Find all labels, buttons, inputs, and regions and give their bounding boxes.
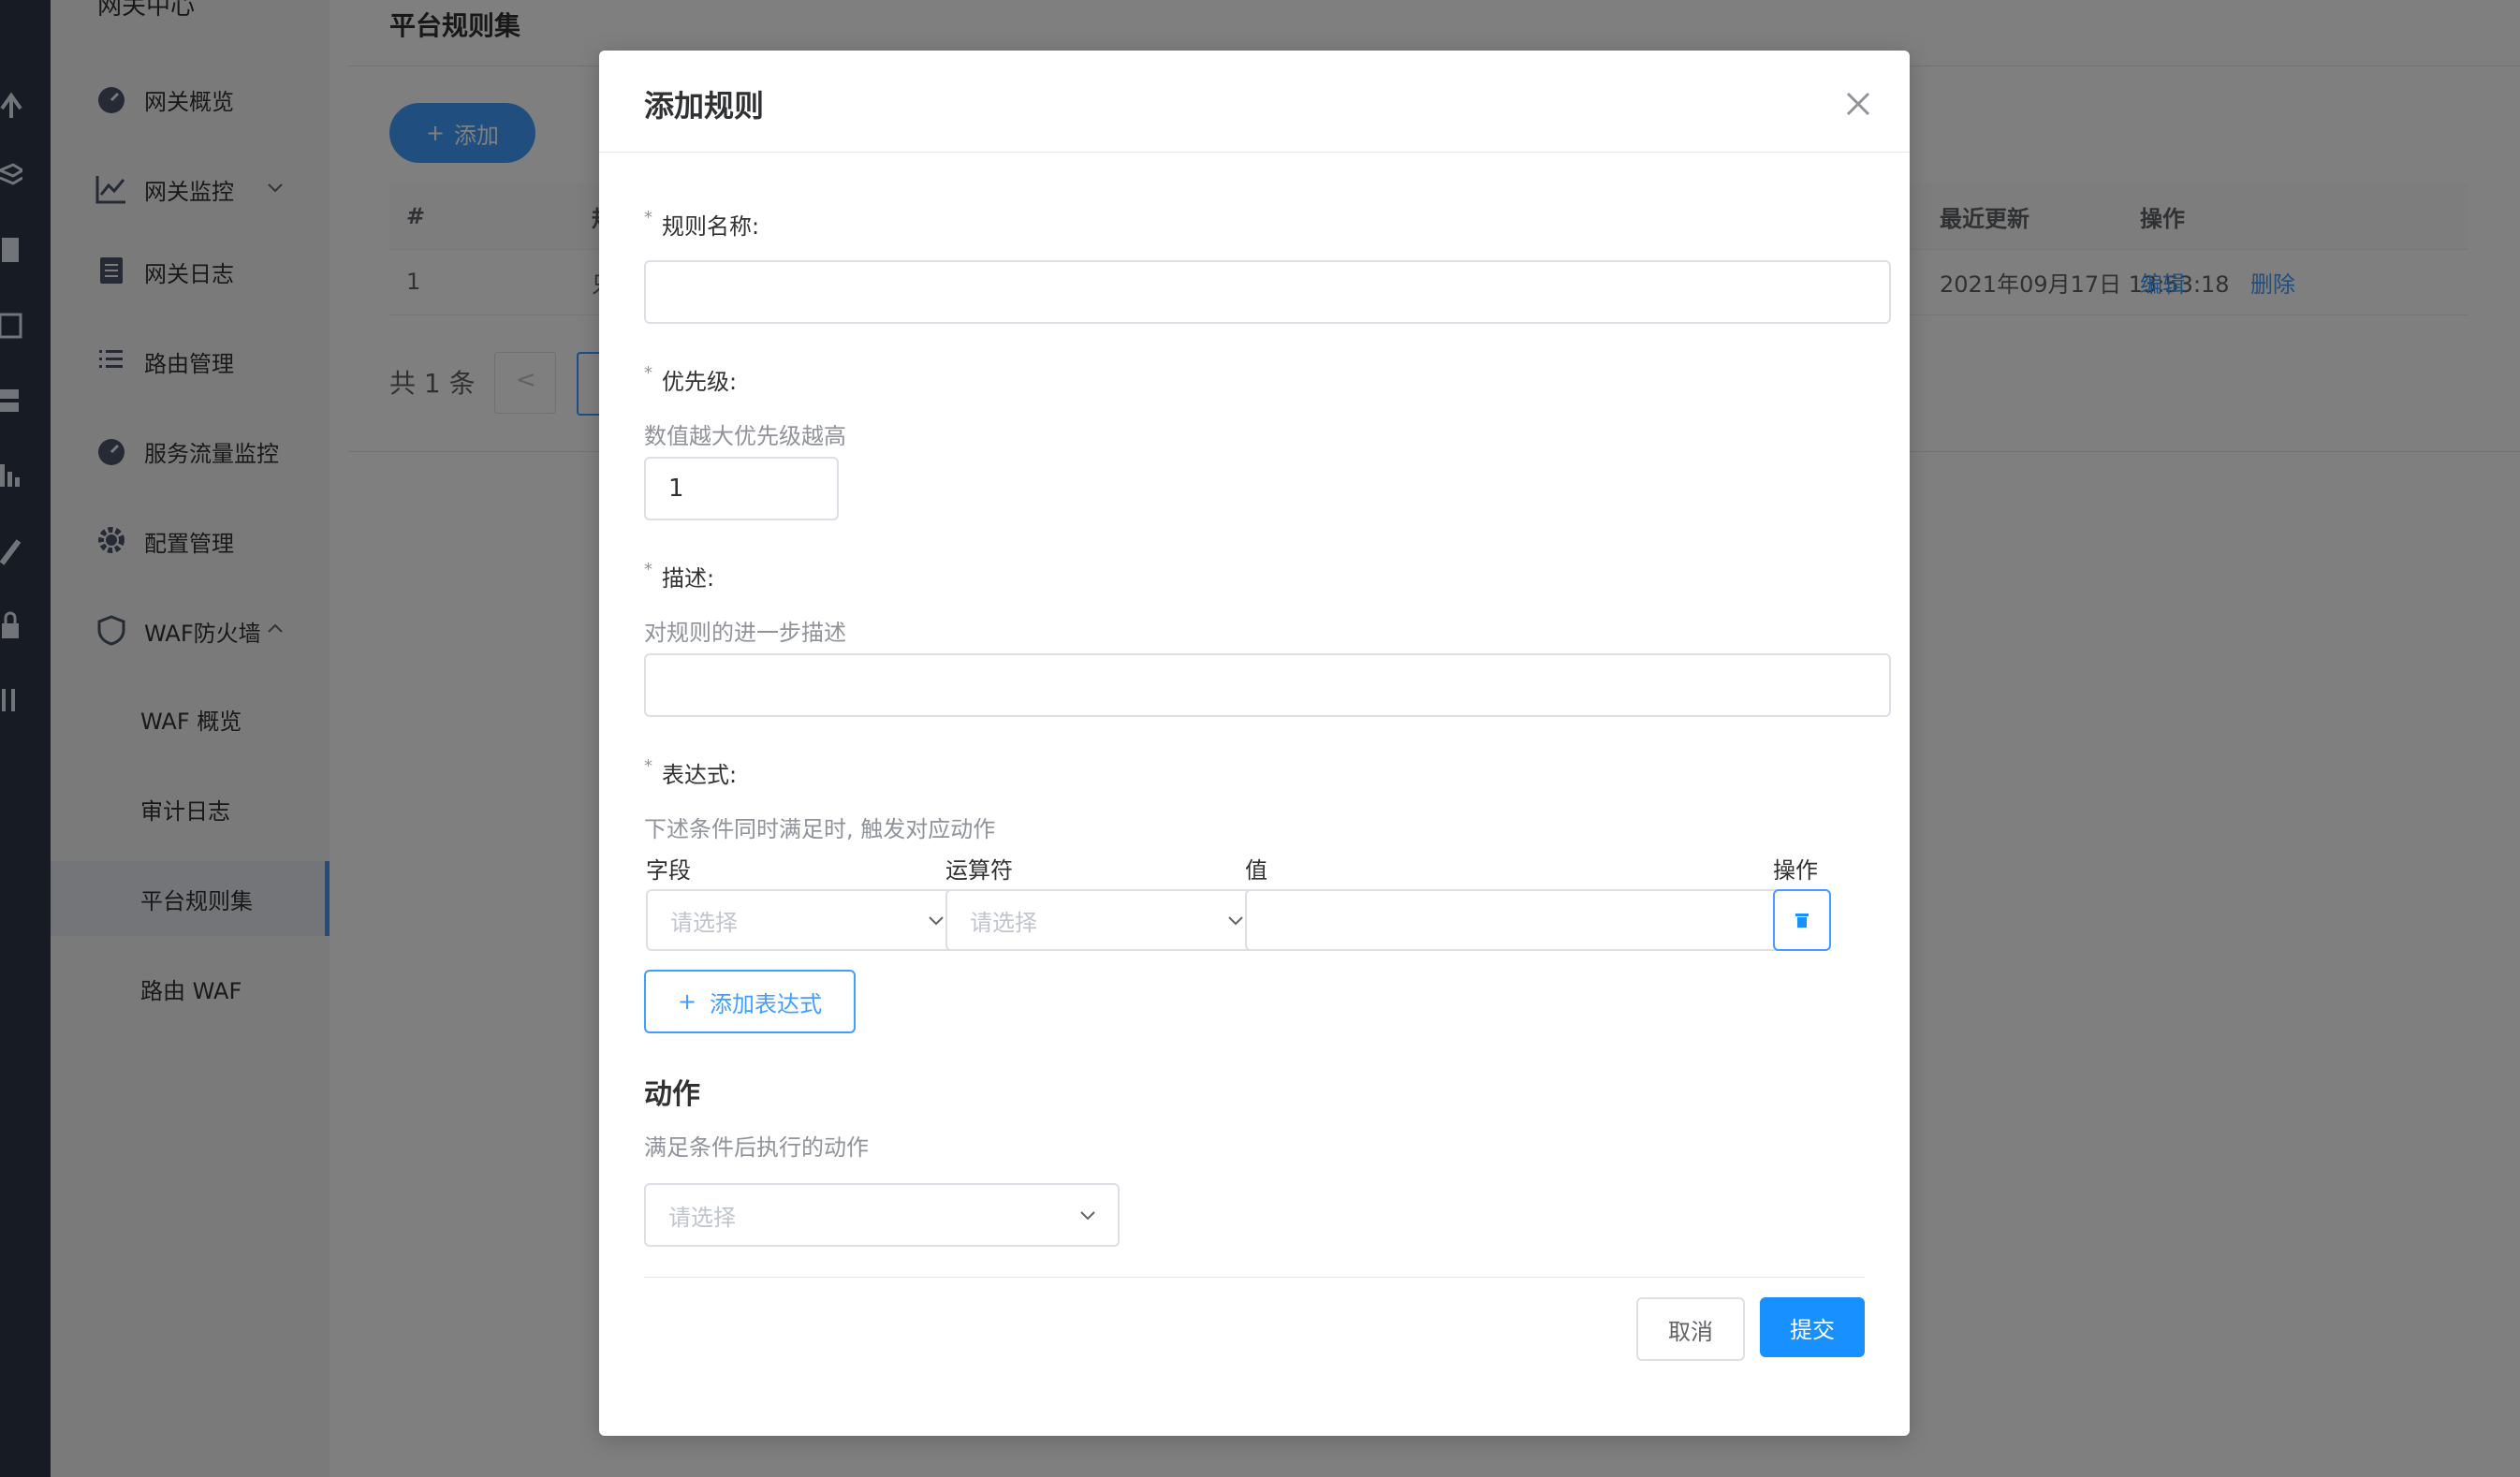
divider: [599, 152, 1910, 153]
add-expression-label: 添加表达式: [710, 990, 823, 1017]
plus-icon: +: [677, 988, 697, 1015]
add-expression-button[interactable]: + 添加表达式: [644, 970, 856, 1033]
trash-icon: [1795, 914, 1809, 928]
expression-hint: 下述条件同时满足时, 触发对应动作: [644, 816, 996, 842]
column-operator-label: 运算符: [945, 857, 1013, 884]
action-select[interactable]: 请选择: [644, 1183, 1120, 1247]
close-icon[interactable]: [1842, 88, 1874, 120]
required-asterisk: *: [644, 208, 652, 227]
submit-button[interactable]: 提交: [1760, 1297, 1865, 1357]
required-asterisk: *: [644, 756, 652, 776]
delete-expression-button[interactable]: [1773, 889, 1831, 951]
expression-label-text: 表达式:: [662, 762, 738, 788]
priority-label-text: 优先级:: [662, 369, 738, 395]
column-action-label: 操作: [1773, 857, 1818, 884]
field-select[interactable]: 请选择: [646, 889, 968, 951]
operator-select-placeholder: 请选择: [970, 909, 1037, 936]
action-section-title: 动作: [644, 1078, 700, 1111]
action-select-placeholder: 请选择: [668, 1204, 736, 1231]
operator-select[interactable]: 请选择: [945, 889, 1267, 951]
chevron-down-icon: [1080, 1211, 1095, 1221]
required-asterisk: *: [644, 560, 652, 579]
description-hint: 对规则的进一步描述: [644, 620, 846, 646]
chevron-down-icon: [1228, 916, 1243, 926]
chevron-down-icon: [929, 916, 944, 926]
cancel-button[interactable]: 取消: [1636, 1297, 1745, 1361]
action-hint: 满足条件后执行的动作: [644, 1134, 869, 1161]
divider: [644, 1277, 1865, 1278]
priority-hint: 数值越大优先级越高: [644, 423, 846, 449]
rule-name-label-text: 规则名称:: [662, 213, 760, 240]
dialog-title: 添加规则: [644, 88, 765, 124]
description-label: * 描述:: [644, 560, 714, 592]
priority-label: * 优先级:: [644, 363, 737, 396]
field-select-placeholder: 请选择: [670, 909, 738, 936]
column-field-label: 字段: [646, 857, 691, 884]
priority-input[interactable]: 1: [644, 457, 839, 520]
column-value-label: 值: [1245, 857, 1267, 884]
value-input[interactable]: [1245, 889, 1795, 951]
expression-label: * 表达式:: [644, 756, 737, 789]
description-label-text: 描述:: [662, 565, 715, 592]
rule-name-label: * 规则名称:: [644, 208, 759, 241]
rule-name-input[interactable]: [644, 260, 1891, 324]
add-rule-dialog: 添加规则 * 规则名称: * 优先级: 数值越大优先级越高 1 * 描述: 对规则的进…: [599, 51, 1910, 1436]
description-input[interactable]: [644, 653, 1891, 717]
required-asterisk: *: [644, 363, 652, 383]
